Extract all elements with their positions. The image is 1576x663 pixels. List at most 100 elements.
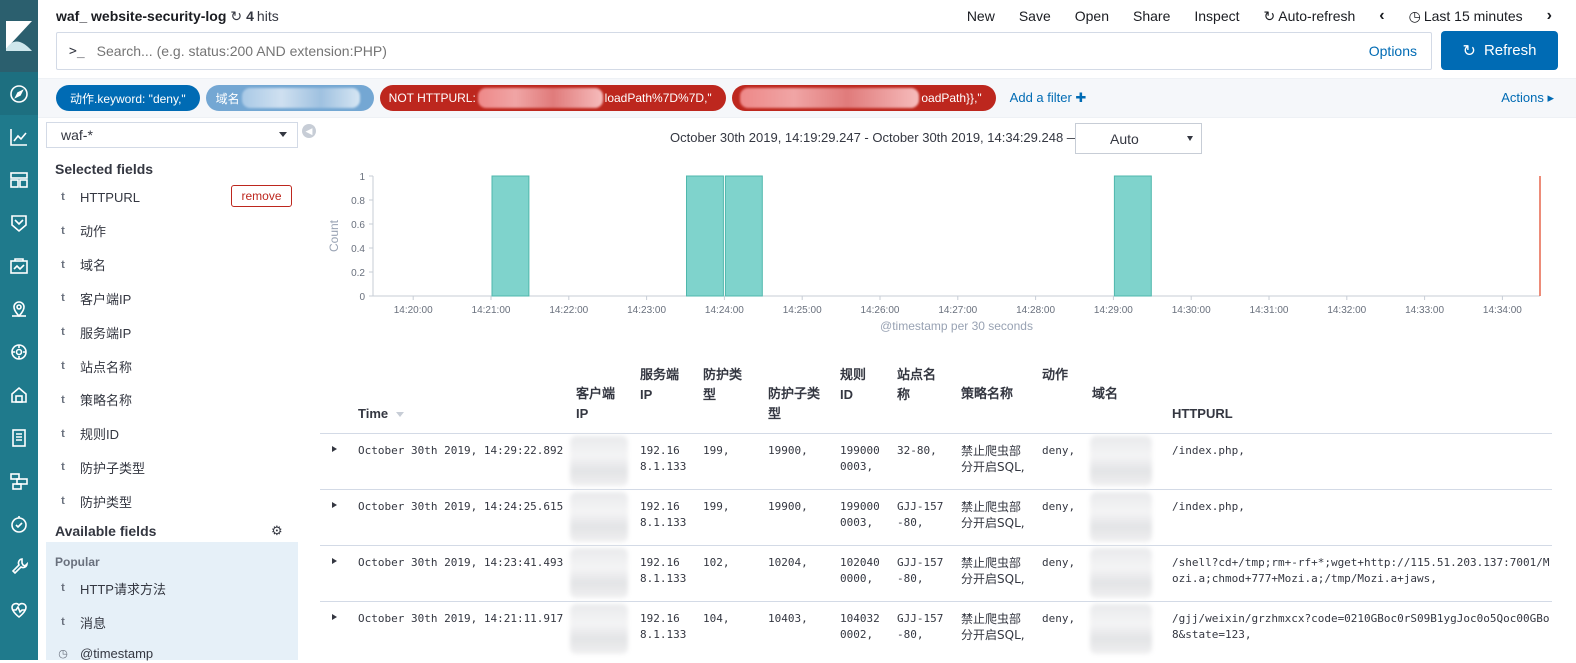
dashboard-icon[interactable]	[0, 158, 38, 201]
expand-row-icon[interactable]	[332, 502, 337, 508]
maps-icon[interactable]	[0, 287, 38, 330]
redacted-domain	[1090, 492, 1152, 542]
filter-pill-action[interactable]: 动作.keyword: "deny,"	[56, 85, 200, 111]
field-name: 服务端IP	[80, 325, 132, 341]
selected-field-item[interactable]: t 动作	[46, 214, 298, 248]
x-tick-label: 14:30:00	[1172, 305, 1211, 316]
refresh-cycle-icon: ↻	[1263, 7, 1276, 24]
auto-refresh-button[interactable]: ↻ Auto-refresh	[1252, 8, 1368, 25]
collapse-sidebar-button[interactable]: ◀	[302, 124, 316, 138]
selected-field-item[interactable]: t 服务端IP	[46, 315, 298, 349]
x-axis-label: @timestamp per 30 seconds	[880, 319, 1033, 333]
x-tick-label: 14:32:00	[1327, 305, 1366, 316]
selected-field-item[interactable]: t 规则ID	[46, 417, 298, 451]
cell-time: October 30th 2019, 14:23:41.493	[358, 556, 564, 569]
x-tick-label: 14:20:00	[394, 305, 433, 316]
redacted-domain	[1090, 436, 1152, 486]
header-protection-type[interactable]: 防护类型	[703, 365, 742, 405]
header-server-ip[interactable]: 服务端 IP	[640, 365, 679, 405]
query-options-link[interactable]: Options	[1369, 43, 1417, 59]
string-type-icon: t	[61, 258, 65, 271]
time-back-button[interactable]: ‹	[1367, 7, 1396, 25]
share-button[interactable]: Share	[1121, 8, 1182, 24]
time-forward-button[interactable]: ›	[1535, 7, 1564, 25]
hits-label: hits	[256, 8, 279, 24]
y-tick-label: 0.2	[351, 268, 365, 279]
selected-field-item[interactable]: t 域名	[46, 248, 298, 282]
header-action[interactable]: 动作	[1042, 365, 1068, 385]
x-tick-label: 14:29:00	[1094, 305, 1133, 316]
field-name: HTTPURL	[80, 189, 140, 205]
cell-policy-name: 禁止爬虫部 分开启SQL,	[961, 556, 1025, 586]
popular-field-item[interactable]: t HTTP请求方法	[46, 571, 298, 605]
header-site-name[interactable]: 站点名称	[897, 365, 936, 405]
monitoring-icon[interactable]	[0, 588, 38, 631]
expand-row-icon[interactable]	[332, 614, 337, 620]
remove-field-button[interactable]: remove	[231, 185, 292, 207]
x-tick-label: 14:21:00	[472, 305, 511, 316]
filter-pill-httpurl-1[interactable]: NOT HTTPURL: loadPath%7D%7D,"	[379, 85, 726, 111]
reload-icon[interactable]: ↻	[230, 8, 242, 25]
interval-select[interactable]: Auto	[1075, 123, 1202, 154]
expand-row-icon[interactable]	[332, 446, 337, 452]
time-picker-button[interactable]: ◷ Last 15 minutes	[1397, 8, 1535, 25]
field-timestamp[interactable]: ◷ @timestamp	[46, 643, 298, 663]
filter-actions-link[interactable]: Actions ▸	[1501, 90, 1554, 106]
add-filter-link[interactable]: Add a filter ✚	[1010, 90, 1087, 106]
open-button[interactable]: Open	[1063, 8, 1121, 24]
string-type-icon: t	[61, 191, 65, 203]
header-policy-name[interactable]: 策略名称	[961, 384, 1013, 404]
search-input[interactable]	[96, 43, 1369, 59]
available-fields-title: Available fields	[55, 523, 157, 539]
filter-pill-label: oadPath}},"	[921, 91, 982, 105]
cell-server-ip: 192.16 8.1.133	[640, 444, 687, 473]
logs-icon[interactable]	[0, 416, 38, 459]
field-name: 策略名称	[80, 393, 133, 409]
ml-icon[interactable]	[0, 330, 38, 373]
header-domain[interactable]: 域名	[1092, 384, 1118, 404]
cell-httpurl: /index.php,	[1172, 500, 1245, 513]
canvas-icon[interactable]	[0, 244, 38, 287]
discover-icon[interactable]	[0, 72, 38, 115]
hit-count: 4	[246, 8, 254, 24]
filter-pill-httpurl-2[interactable]: oadPath}},"	[731, 85, 996, 111]
refresh-button[interactable]: ↻ Refresh	[1441, 31, 1558, 70]
dev-tools-icon[interactable]	[0, 545, 38, 588]
selected-field-item[interactable]: t 防护类型	[46, 484, 298, 518]
sort-desc-icon[interactable]	[396, 412, 404, 417]
timelion-icon[interactable]	[0, 201, 38, 244]
cell-action: deny,	[1042, 500, 1076, 513]
selected-field-item[interactable]: t 客户端IP	[46, 281, 298, 315]
kibana-logo[interactable]	[0, 0, 38, 72]
filter-pill-label: NOT HTTPURL:	[388, 91, 476, 105]
index-pattern-select[interactable]: waf-*	[46, 122, 298, 148]
index-pattern-label: waf-*	[61, 127, 93, 143]
popular-field-item[interactable]: t 消息	[46, 605, 298, 639]
apm-icon[interactable]	[0, 459, 38, 502]
uptime-icon[interactable]	[0, 502, 38, 545]
visualize-icon[interactable]	[0, 115, 38, 158]
selected-field-item[interactable]: t 防护子类型	[46, 450, 298, 484]
cell-rule-id: 199000 0003,	[840, 444, 880, 473]
header-httpurl[interactable]: HTTPURL	[1172, 404, 1233, 424]
filter-pill-domain[interactable]: 域名	[205, 85, 374, 111]
header-protection-subtype[interactable]: 防护子类型	[768, 384, 820, 424]
header-client-ip[interactable]: 客户端 IP	[576, 384, 615, 424]
selected-field-item[interactable]: t 站点名称	[46, 349, 298, 383]
gear-icon[interactable]: ⚙	[271, 523, 283, 539]
expand-row-icon[interactable]	[332, 558, 337, 564]
inspect-button[interactable]: Inspect	[1182, 8, 1251, 24]
y-tick-label: 0.8	[351, 196, 365, 207]
header-rule-id[interactable]: 规则 ID	[840, 365, 866, 405]
selected-field-item[interactable]: t 策略名称	[46, 383, 298, 417]
table-row: October 30th 2019, 14:29:22.892 192.16 8.1…	[320, 433, 1552, 489]
cell-time: October 30th 2019, 14:29:22.892	[358, 444, 564, 457]
string-type-icon: t	[61, 616, 65, 628]
y-tick-label: 0.6	[351, 220, 365, 231]
infrastructure-icon[interactable]	[0, 373, 38, 416]
header-time[interactable]: Time	[358, 404, 404, 424]
new-button[interactable]: New	[955, 8, 1007, 24]
redacted-client-ip	[570, 604, 628, 654]
string-type-icon: t	[61, 224, 65, 237]
save-button[interactable]: Save	[1007, 8, 1063, 24]
